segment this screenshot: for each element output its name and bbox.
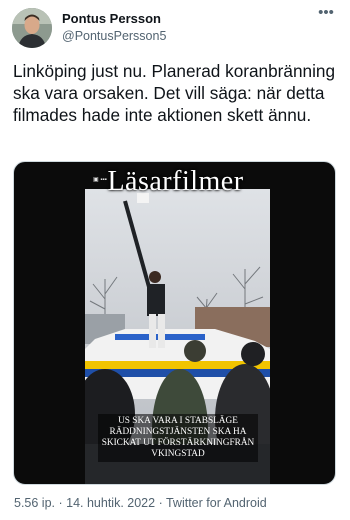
tweet-header: Pontus Persson @PontusPersson5 ••• bbox=[12, 5, 338, 50]
video-watermark: Läsarfilmer bbox=[107, 166, 244, 197]
author-display-name[interactable]: Pontus Persson bbox=[62, 11, 166, 27]
caption-line: VKINGSTAD bbox=[151, 449, 205, 459]
footer-separator: · bbox=[155, 496, 166, 510]
tweet-time[interactable]: 5.56 ip. bbox=[14, 496, 55, 510]
footer-separator: · bbox=[55, 496, 67, 510]
tweet-text: Linköping just nu. Planerad koranbrännin… bbox=[13, 61, 336, 125]
tweet-footer: 5.56 ip. · 14. huhtik. 2022 · Twitter fo… bbox=[14, 496, 267, 510]
tweet-media[interactable]: ▣ ▪▪▪ Läsarfilmer US SKA VARA I STABSLÄG… bbox=[13, 161, 336, 485]
caption-line: US SKA VARA I STABSLÄGE bbox=[118, 416, 238, 426]
caption-line: RÄDDNINGSTJÄNSTEN SKA HA bbox=[109, 427, 247, 437]
avatar[interactable] bbox=[12, 8, 52, 48]
tweet-client[interactable]: Twitter for Android bbox=[166, 496, 267, 510]
author-names: Pontus Persson @PontusPersson5 bbox=[62, 11, 166, 44]
more-horizontal-icon[interactable]: ••• bbox=[316, 5, 336, 22]
video-caption: US SKA VARA I STABSLÄGE RÄDDNINGSTJÄNSTE… bbox=[98, 414, 258, 462]
caption-line: SKICKAT UT FÖRSTÄRKNINGFRÅN bbox=[101, 438, 255, 448]
tweet-date[interactable]: 14. huhtik. 2022 bbox=[66, 496, 155, 510]
author-handle[interactable]: @PontusPersson5 bbox=[62, 28, 166, 44]
